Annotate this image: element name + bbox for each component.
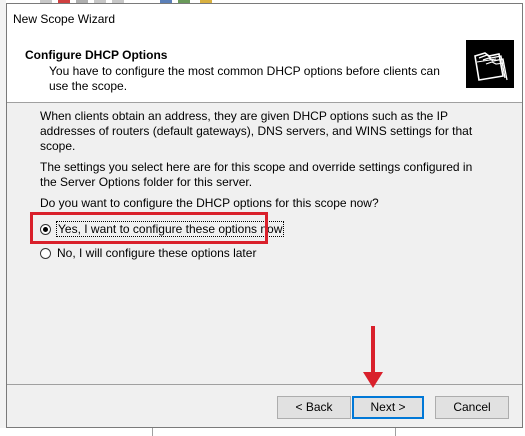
folders-icon <box>466 40 514 88</box>
annotation-arrowhead-icon <box>363 372 383 388</box>
cancel-button[interactable]: Cancel <box>435 396 509 419</box>
intro-paragraph: When clients obtain an address, they are… <box>40 109 473 153</box>
background-divider <box>152 428 153 436</box>
background-app-status <box>0 428 525 436</box>
page-title: Configure DHCP Options <box>25 48 168 62</box>
radio-no[interactable] <box>40 247 51 259</box>
wizard-header: Configure DHCP Options You have to confi… <box>7 34 522 103</box>
background-divider <box>395 428 396 436</box>
next-button[interactable]: Next > <box>352 396 424 419</box>
option-no[interactable]: No, I will configure these options later <box>40 245 256 261</box>
screen: New Scope Wizard Configure DHCP Options … <box>0 0 525 436</box>
option-no-label[interactable]: No, I will configure these options later <box>57 246 256 260</box>
scope-override-paragraph: The settings you select here are for thi… <box>40 160 473 189</box>
window-title: New Scope Wizard <box>13 12 116 26</box>
annotation-highlight-box <box>30 212 268 244</box>
page-subtitle: You have to configure the most common DH… <box>49 64 440 93</box>
question-text: Do you want to configure the DHCP option… <box>40 196 379 210</box>
back-button[interactable]: < Back <box>277 396 351 419</box>
footer-separator <box>7 384 522 385</box>
annotation-arrow-icon <box>371 326 375 376</box>
title-bar[interactable]: New Scope Wizard <box>7 4 522 34</box>
